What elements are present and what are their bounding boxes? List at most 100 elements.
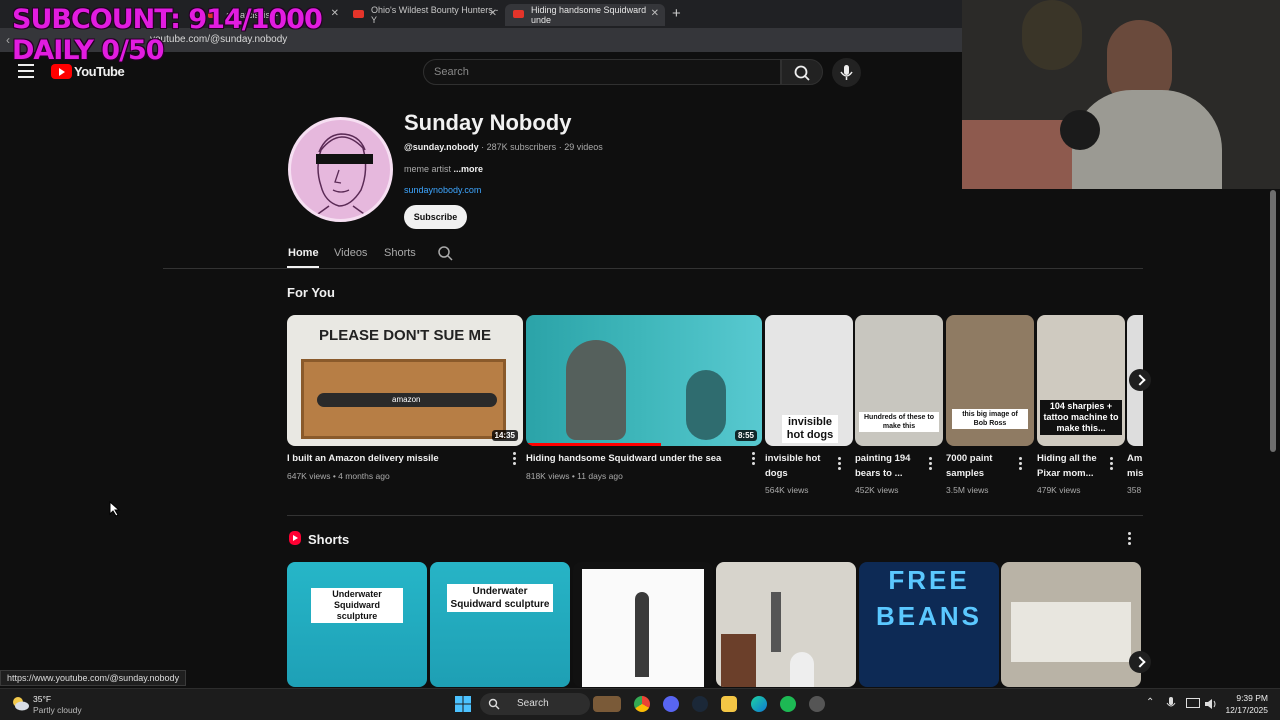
- short-thumbnail[interactable]: Underwater Squidward sculpture: [287, 562, 427, 687]
- scrollbar-thumb[interactable]: [1270, 190, 1276, 452]
- windows-start-icon[interactable]: [455, 696, 471, 712]
- search-button[interactable]: [781, 59, 823, 85]
- channel-search-icon[interactable]: [437, 245, 453, 261]
- short-title[interactable]: 7000 paint samples: [946, 451, 992, 481]
- search-icon: [794, 65, 810, 81]
- short-title[interactable]: Am mis: [1127, 451, 1143, 481]
- avatar-face-drawing: [310, 133, 373, 219]
- video-count: 29 videos: [564, 142, 603, 152]
- youtube-logo-text[interactable]: YouTube: [74, 64, 125, 79]
- for-you-heading: For You: [287, 285, 335, 300]
- short-thumbnail[interactable]: [1001, 562, 1141, 687]
- divider: [287, 515, 1143, 516]
- channel-avatar[interactable]: [288, 117, 393, 222]
- short-title[interactable]: Hiding all the Pixar mom...: [1037, 451, 1097, 481]
- network-icon[interactable]: [1186, 698, 1200, 710]
- short-views: 452K views: [855, 485, 899, 495]
- more-options-icon[interactable]: [513, 452, 517, 466]
- thumb-label: amazon: [392, 395, 421, 404]
- close-icon[interactable]: ✕: [331, 8, 339, 19]
- browser-tab-active[interactable]: Hiding handsome Squidward unde ✕: [505, 4, 665, 26]
- next-arrow-button[interactable]: [1129, 369, 1151, 391]
- short-thumbnail[interactable]: [716, 562, 856, 687]
- microphone-icon[interactable]: [1166, 697, 1176, 711]
- short-thumbnail[interactable]: [573, 562, 713, 687]
- watch-progress-bar: [526, 443, 661, 446]
- voice-search-button[interactable]: [832, 58, 861, 87]
- channel-meta: @sunday.nobody · 287K subscribers · 29 v…: [404, 142, 603, 152]
- short-thumbnail[interactable]: invisible hot dogs: [765, 315, 853, 446]
- video-title[interactable]: Hiding handsome Squidward under the sea: [526, 451, 721, 466]
- more-options-icon[interactable]: [838, 457, 842, 471]
- chevron-up-icon[interactable]: ⌃: [1146, 697, 1154, 708]
- channel-name: Sunday Nobody: [404, 110, 572, 135]
- weather-temperature[interactable]: 35°F: [33, 694, 51, 704]
- youtube-logo-icon[interactable]: [51, 64, 72, 79]
- chrome-icon[interactable]: [634, 696, 650, 712]
- balloon-decoration: [1022, 0, 1082, 70]
- more-options-icon[interactable]: [1128, 532, 1132, 546]
- discord-icon[interactable]: [663, 696, 679, 712]
- short-views: 479K views: [1037, 485, 1081, 495]
- video-thumbnail[interactable]: 8:55: [526, 315, 762, 446]
- more-options-icon[interactable]: [1019, 457, 1023, 471]
- short-title[interactable]: painting 194 bears to ...: [855, 451, 910, 481]
- thumb-caption: PLEASE DON'T SUE ME: [319, 327, 491, 344]
- person-image: [790, 652, 814, 687]
- more-options-icon[interactable]: [1110, 457, 1114, 471]
- more-link[interactable]: ...more: [454, 164, 484, 174]
- more-options-icon[interactable]: [752, 452, 756, 466]
- edge-icon[interactable]: [751, 696, 767, 712]
- short-thumbnail[interactable]: FREE BEANS: [859, 562, 999, 687]
- video-meta: 818K views • 11 days ago: [526, 471, 623, 481]
- short-thumbnail[interactable]: this big image of Bob Ross: [946, 315, 1034, 446]
- file-explorer-icon[interactable]: [721, 696, 737, 712]
- channel-website-link[interactable]: sundaynobody.com: [404, 185, 481, 195]
- next-arrow-button[interactable]: [1129, 651, 1151, 673]
- spotify-icon[interactable]: [780, 696, 796, 712]
- new-tab-button[interactable]: +: [672, 5, 681, 22]
- short-thumbnail[interactable]: Hundreds of these to make this: [855, 315, 943, 446]
- status-bar-url: https://www.youtube.com/@sunday.nobody: [0, 670, 187, 686]
- obs-icon[interactable]: [809, 696, 825, 712]
- steam-icon[interactable]: [692, 696, 708, 712]
- subcount-text: SUBCOUNT: 914/1000: [12, 4, 323, 35]
- subscribe-button[interactable]: Subscribe: [404, 205, 467, 229]
- duration-badge: 14:35: [491, 430, 518, 441]
- video-thumbnail[interactable]: PLEASE DON'T SUE ME amazon 14:35: [287, 315, 523, 446]
- volume-icon[interactable]: [1204, 697, 1218, 711]
- video-title[interactable]: I built an Amazon delivery missile: [287, 451, 439, 466]
- clock-time[interactable]: 9:39 PM: [1226, 693, 1268, 703]
- tab-videos[interactable]: Videos: [334, 247, 367, 259]
- mouse-cursor-icon: [109, 501, 121, 517]
- weather-cloud-icon[interactable]: [10, 694, 30, 712]
- search-input[interactable]: Search: [423, 59, 781, 85]
- neon-sign: FREE BEANS: [875, 565, 982, 631]
- taskbar-search-label: Search: [517, 698, 549, 709]
- short-thumbnail[interactable]: 104 sharpies + tattoo machine to make th…: [1037, 315, 1125, 446]
- close-icon[interactable]: ✕: [651, 8, 659, 19]
- tab-home[interactable]: Home: [288, 247, 319, 259]
- missile-image: [771, 592, 781, 652]
- search-icon: [488, 698, 500, 710]
- menu-icon[interactable]: [18, 64, 34, 78]
- youtube-favicon-icon: [353, 10, 364, 18]
- back-icon[interactable]: ‹: [6, 33, 10, 47]
- short-title[interactable]: invisible hot dogs: [765, 451, 820, 481]
- weather-condition[interactable]: Partly cloudy: [33, 705, 82, 715]
- youtube-favicon-icon: [513, 10, 524, 18]
- clock-date[interactable]: 12/17/2025: [1222, 705, 1268, 715]
- short-views: 358: [1127, 485, 1142, 495]
- tab-label: Hiding handsome Squidward unde: [531, 5, 647, 25]
- channel-description[interactable]: meme artist ...more: [404, 164, 483, 174]
- tab-shorts[interactable]: Shorts: [384, 247, 416, 259]
- widgets-icon[interactable]: [593, 696, 621, 712]
- more-options-icon[interactable]: [929, 457, 933, 471]
- short-thumbnail[interactable]: Underwater Squidward sculpture: [430, 562, 570, 687]
- thumb-caption: Underwater Squidward sculpture: [447, 584, 553, 612]
- shorts-icon: [289, 531, 301, 545]
- cabinet-image: [721, 634, 756, 687]
- short-views: 564K views: [765, 485, 809, 495]
- browser-tab[interactable]: Ohio's Wildest Bounty Hunters - Y ✕: [345, 4, 503, 26]
- close-icon[interactable]: ✕: [489, 8, 497, 19]
